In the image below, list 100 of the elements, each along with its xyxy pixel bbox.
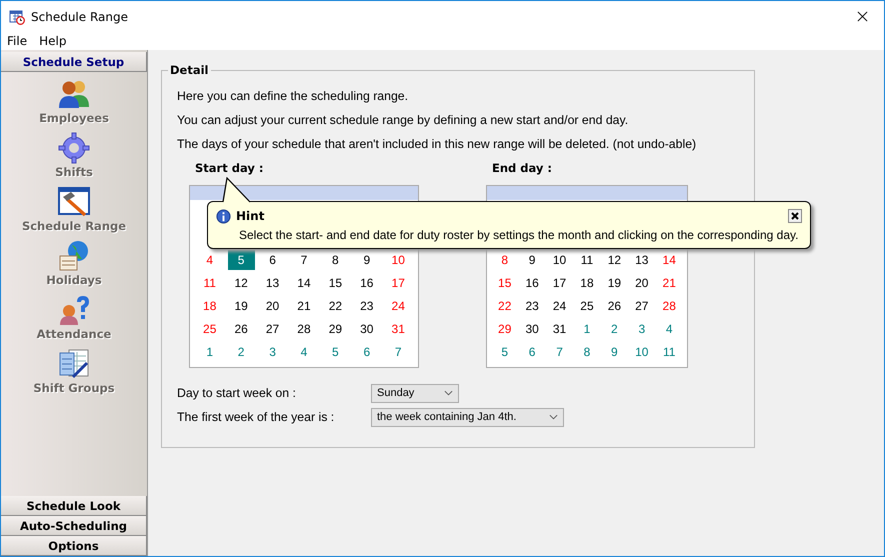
calendar-day[interactable]: 5 <box>322 342 349 362</box>
calendar-day[interactable]: 14 <box>656 250 683 270</box>
calendar-day[interactable]: 13 <box>259 272 286 292</box>
calendar-day[interactable]: 11 <box>196 272 224 292</box>
calendar-day[interactable]: 24 <box>546 296 574 316</box>
calendar-day[interactable]: 22 <box>322 296 349 316</box>
calendar-day[interactable]: 19 <box>600 272 628 292</box>
calendar-day[interactable]: 25 <box>573 296 600 316</box>
calendar-day[interactable]: 10 <box>546 250 574 270</box>
calendar-day[interactable]: 19 <box>228 296 255 316</box>
calendar-day[interactable]: 1 <box>196 342 224 362</box>
section-button[interactable]: Schedule Look <box>1 496 147 516</box>
calendar-day[interactable]: 6 <box>259 250 286 270</box>
calendar-day[interactable]: 27 <box>259 318 286 338</box>
calendar-day[interactable]: 27 <box>628 296 656 316</box>
calendar-day[interactable]: 10 <box>384 250 412 270</box>
section-button[interactable]: Auto-Scheduling <box>1 516 147 536</box>
calendar-day[interactable]: 9 <box>353 250 380 270</box>
calendar-day[interactable]: 9 <box>600 342 628 362</box>
calendar-day[interactable]: 25 <box>196 318 224 338</box>
calendar-day[interactable]: 5 <box>228 250 255 270</box>
sidebar-item[interactable]: Shifts <box>55 165 93 179</box>
calendar-day[interactable]: 28 <box>656 296 683 316</box>
calendar-day[interactable]: 7 <box>384 342 412 362</box>
person-question-icon[interactable] <box>57 293 91 327</box>
calendar-day[interactable]: 14 <box>290 272 318 292</box>
calendar-day[interactable]: 18 <box>573 272 600 292</box>
calendar-day[interactable]: 8 <box>322 250 349 270</box>
setting-label: The first week of the year is : <box>177 410 336 424</box>
calendar-day[interactable]: 15 <box>491 272 518 292</box>
group-title: Detail <box>168 63 210 77</box>
calendar-day[interactable]: 20 <box>259 296 286 316</box>
calendar-day[interactable]: 8 <box>573 342 600 362</box>
calendar-day[interactable]: 1 <box>573 318 600 338</box>
sidebar-item[interactable]: Employees <box>39 111 109 125</box>
calendar-day[interactable]: 24 <box>384 296 412 316</box>
menu-item[interactable]: Help <box>39 34 66 48</box>
calendar-day[interactable]: 23 <box>353 296 380 316</box>
calendar-day[interactable]: 3 <box>259 342 286 362</box>
calendar-day[interactable]: 21 <box>656 272 683 292</box>
calendar-day[interactable]: 26 <box>228 318 255 338</box>
sidebar-item[interactable]: Shift Groups <box>33 381 115 395</box>
calendar-day[interactable]: 5 <box>491 342 518 362</box>
section-button[interactable]: Options <box>1 536 147 556</box>
calendar-day[interactable]: 10 <box>628 342 656 362</box>
description-text: You can adjust your current schedule range by defining a new start and/or end day. <box>177 113 630 129</box>
calendar-day[interactable]: 12 <box>600 250 628 270</box>
gear-icon[interactable] <box>56 131 91 165</box>
calendar-day[interactable]: 3 <box>628 318 656 338</box>
sidebar-item[interactable]: Schedule Range <box>22 219 126 233</box>
calendar-clock-icon <box>9 8 25 24</box>
calendar-day[interactable]: 21 <box>290 296 318 316</box>
dropdown[interactable]: Sunday <box>371 384 459 402</box>
calendar-day[interactable]: 16 <box>353 272 380 292</box>
calendar-day[interactable]: 4 <box>656 318 683 338</box>
calendar-day[interactable]: 4 <box>196 250 224 270</box>
calendar-day[interactable]: 6 <box>518 342 546 362</box>
calendar-day[interactable]: 8 <box>491 250 518 270</box>
calendar-day[interactable]: 12 <box>228 272 255 292</box>
calendar-day[interactable]: 31 <box>384 318 412 338</box>
chevron-down-icon <box>549 414 558 420</box>
calendar-day[interactable]: 23 <box>518 296 546 316</box>
calendar-day[interactable]: 2 <box>600 318 628 338</box>
close-icon[interactable] <box>857 11 868 22</box>
calendar-day[interactable]: 29 <box>322 318 349 338</box>
calendar-day[interactable]: 11 <box>573 250 600 270</box>
calendar-day[interactable]: 29 <box>491 318 518 338</box>
close-icon[interactable] <box>788 209 802 223</box>
section-button[interactable]: Schedule Setup <box>1 52 147 72</box>
calendar-day[interactable]: 15 <box>322 272 349 292</box>
description-text: The days of your schedule that aren't included in this new range will be deleted. (not undo-able) <box>177 137 698 153</box>
calendar-day[interactable]: 22 <box>491 296 518 316</box>
sidebar-item[interactable]: Attendance <box>36 327 112 341</box>
calendar-day[interactable]: 9 <box>518 250 546 270</box>
calendar-day[interactable]: 20 <box>628 272 656 292</box>
info-icon <box>216 208 231 224</box>
calendar-day[interactable]: 30 <box>353 318 380 338</box>
calendar-day[interactable]: 30 <box>518 318 546 338</box>
calendar-day[interactable]: 16 <box>518 272 546 292</box>
description-text: Here you can define the scheduling range. <box>177 89 410 105</box>
calendar-label: Start day : <box>195 161 264 177</box>
calendar-day[interactable]: 7 <box>546 342 574 362</box>
dropdown[interactable]: the week containing Jan 4th. <box>371 408 564 426</box>
calendar-day[interactable]: 4 <box>290 342 318 362</box>
calendar-day[interactable]: 7 <box>290 250 318 270</box>
calendar-day[interactable]: 18 <box>196 296 224 316</box>
calendar-day[interactable]: 28 <box>290 318 318 338</box>
calendar-day[interactable]: 17 <box>546 272 574 292</box>
calendar-day[interactable]: 11 <box>656 342 683 362</box>
calendar-day[interactable]: 26 <box>600 296 628 316</box>
calendar-day[interactable]: 2 <box>228 342 255 362</box>
menu-item[interactable]: File <box>7 34 28 48</box>
hammer-window-icon[interactable] <box>57 185 91 219</box>
calendar-day[interactable]: 13 <box>628 250 656 270</box>
calculator-sheet-icon[interactable] <box>56 347 91 381</box>
calendar-day[interactable]: 17 <box>384 272 412 292</box>
sidebar-item[interactable]: Holidays <box>46 273 102 287</box>
calendar-day[interactable]: 6 <box>353 342 380 362</box>
calendar-day[interactable]: 31 <box>546 318 574 338</box>
globe-calendar-icon[interactable] <box>56 239 91 273</box>
